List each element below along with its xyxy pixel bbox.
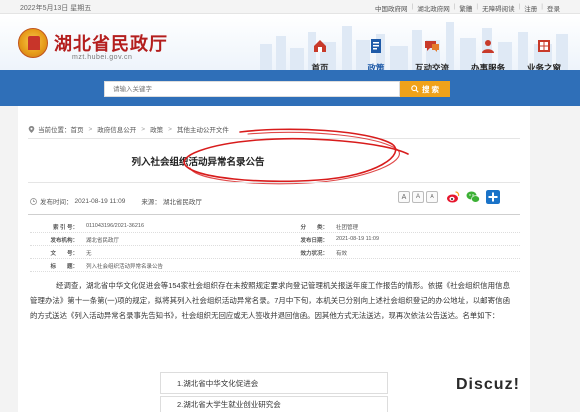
top-bar: 2022年5月13日 星期五 中国政府网 | 湖北政府网 | 繁體 | 无障碍阅读 | …: [0, 0, 580, 14]
list-item: 2.湖北省大学生就业创业研究会: [160, 396, 388, 412]
link-login[interactable]: 登录: [543, 3, 564, 13]
discuz-watermark: Discuz!: [456, 376, 520, 393]
service-icon: [482, 40, 494, 53]
breadcrumb-home[interactable]: 首页: [71, 124, 84, 134]
nav-policy[interactable]: 政策: [348, 34, 404, 70]
site-logo[interactable]: [18, 28, 48, 58]
current-date: 2022年5月13日 星期五: [20, 5, 92, 12]
publish-date-value: 2021-08-19 11:09: [336, 236, 380, 242]
nav-interaction[interactable]: 互动交流: [404, 34, 460, 70]
site-url: mzt.hubei.gov.cn: [72, 54, 133, 61]
published-date: 2021-08-19 11:09: [74, 197, 126, 205]
list-item: 1.湖北省中华文化促进会: [160, 372, 388, 394]
link-gov-cn[interactable]: 中国政府网: [371, 3, 412, 13]
article-panel: 当前位置： 首页 > 政府信息公开 > 政策 > 其他主动公开文件 列入社会组织…: [18, 106, 530, 412]
link-traditional[interactable]: 繁體: [455, 3, 476, 13]
info-table: 索 引 号： 011043196/2021-36216 分 类： 社团管理 发布…: [30, 220, 520, 272]
nav-home[interactable]: 首页: [292, 34, 348, 70]
index-value: 011043196/2021-36216: [86, 223, 145, 229]
doc-number-value: 无: [86, 251, 92, 257]
category-value: 社团管理: [336, 225, 359, 231]
font-size-large-button[interactable]: A: [398, 191, 410, 203]
divider: [28, 214, 520, 215]
validity-value: 有效: [336, 251, 348, 257]
publisher-label: 发布机构：: [50, 238, 78, 244]
title-label: 标 题：: [50, 264, 78, 270]
link-register[interactable]: 注册: [520, 3, 541, 13]
breadcrumb-policy[interactable]: 政策: [150, 124, 163, 134]
breadcrumb: 当前位置： 首页 > 政府信息公开 > 政策 > 其他主动公开文件: [28, 124, 229, 134]
policy-icon: [371, 39, 381, 53]
main-nav: 首页 政策 互动交流 办事服务 业务之窗: [292, 34, 572, 70]
doc-number-label: 文 号：: [50, 251, 78, 257]
search-input[interactable]: [104, 81, 400, 97]
plus-icon[interactable]: [486, 190, 500, 204]
category-label: 分 类：: [300, 225, 328, 231]
divider: [28, 138, 520, 139]
link-accessibility[interactable]: 无障碍阅读: [478, 3, 519, 13]
site-header: 湖北省民政厅 mzt.hubei.gov.cn 首页 政策 互动交流 办事服务 …: [0, 14, 580, 70]
article-tools: A A A: [398, 190, 500, 204]
source-value: 湖北省民政厅: [162, 199, 202, 206]
publish-date-label: 发布日期：: [300, 238, 328, 244]
link-hubei-gov[interactable]: 湖北政府网: [413, 3, 454, 13]
breadcrumb-other-files[interactable]: 其他主动公开文件: [177, 124, 229, 134]
breadcrumb-gov-info[interactable]: 政府信息公开: [97, 124, 136, 134]
weibo-icon[interactable]: [446, 190, 460, 204]
breadcrumb-prefix: 当前位置：: [38, 127, 71, 134]
info-row: 发布机构： 湖北省民政厅 发布日期： 2021-08-19 11:09: [30, 233, 520, 246]
window-icon: [538, 40, 550, 52]
source-label: 来源：: [141, 199, 161, 206]
published-label: 发布时间：: [40, 199, 73, 206]
search-icon: [411, 85, 419, 93]
index-label: 索 引 号：: [52, 225, 78, 231]
divider: [28, 182, 520, 183]
article-title: 列入社会组织活动异常名录公告: [131, 157, 265, 168]
search-button[interactable]: 搜 索: [400, 81, 450, 97]
title-value: 列入社会组织活动异常名录公告: [86, 264, 164, 270]
info-row: 索 引 号： 011043196/2021-36216 分 类： 社团管理: [30, 220, 520, 233]
nav-home-label: 首页: [311, 63, 329, 70]
nav-services-label: 办事服务: [470, 63, 505, 70]
publisher-value: 湖北省民政厅: [86, 238, 120, 244]
search-button-label: 搜 索: [421, 84, 440, 94]
article-body: 经调查，湖北省中华文化促进会等154家社会组织存在未按照规定要求向登记管理机关报…: [30, 281, 510, 320]
site-title[interactable]: 湖北省民政厅: [54, 30, 168, 56]
chat-icon: [425, 41, 439, 52]
clock-icon: [30, 197, 37, 205]
nav-business[interactable]: 业务之窗: [516, 34, 572, 70]
nav-policy-label: 政策: [367, 63, 385, 70]
validity-label: 效力状况：: [300, 251, 328, 257]
nav-services[interactable]: 办事服务: [460, 34, 516, 70]
home-icon: [314, 40, 326, 52]
font-size-medium-button[interactable]: A: [412, 191, 424, 203]
wechat-icon[interactable]: [466, 190, 480, 204]
nav-business-label: 业务之窗: [526, 63, 561, 70]
location-pin-icon: [28, 125, 35, 133]
info-row: 文 号： 无 效力状况： 有效: [30, 246, 520, 259]
nav-interaction-label: 互动交流: [414, 63, 449, 70]
font-size-small-button[interactable]: A: [426, 191, 438, 203]
top-links: 中国政府网 | 湖北政府网 | 繁體 | 无障碍阅读 | 注册 | 登录: [371, 3, 564, 13]
info-row: 标 题： 列入社会组织活动异常名录公告: [30, 259, 520, 272]
article-meta: 发布时间： 2021-08-19 11:09 来源： 湖北省民政厅: [30, 196, 202, 206]
